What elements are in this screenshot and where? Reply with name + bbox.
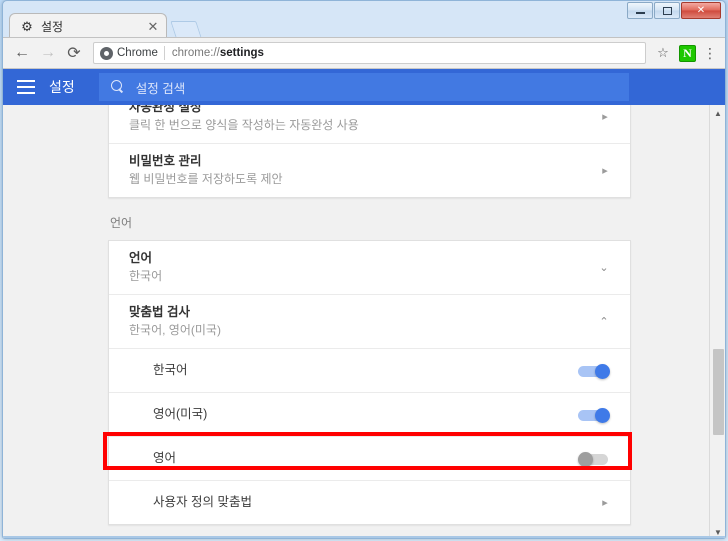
settings-page: 설정 설정 검색 자동완성 설정클릭 한 번으로 양식을 작성하는 자동완성 사…	[3, 69, 725, 538]
toggle-knob	[595, 407, 610, 423]
settings-row[interactable]: 맞춤법 검사 한국어, 영어(미국) ⌃	[109, 294, 630, 348]
settings-row[interactable]: 언어 한국어 ⌄	[109, 241, 630, 294]
row-title: 영어(미국)	[153, 407, 208, 421]
bookmark-star-icon[interactable]: ☆	[652, 45, 674, 61]
row-title: 맞춤법 검사	[129, 305, 190, 319]
forward-button: →	[40, 44, 56, 61]
row-text: 언어한국어	[129, 241, 596, 294]
row-title: 자동완성 설정	[129, 105, 202, 114]
browser-tab-settings[interactable]: ⚙ 설정 ✕	[9, 13, 167, 39]
secure-origin-label: Chrome	[117, 47, 158, 59]
row-title: 영어	[153, 451, 177, 465]
maximize-button[interactable]	[654, 2, 680, 19]
chrome-browser-window: ⚙ 설정 ✕ ✕ ← → ⟳ Chrome chrome://settings …	[2, 0, 726, 539]
toggle-knob	[578, 451, 593, 467]
address-bar[interactable]: Chrome chrome://settings	[93, 42, 646, 64]
row-text: 자동완성 설정클릭 한 번으로 양식을 작성하는 자동완성 사용	[129, 105, 598, 143]
search-icon	[110, 80, 125, 94]
url-scheme: chrome://	[171, 47, 220, 59]
title-bar: ⚙ 설정 ✕ ✕	[3, 1, 725, 39]
row-title: 한국어	[153, 363, 188, 377]
row-text: 영어(미국)	[153, 397, 578, 432]
chevron-right-icon: ▸	[602, 111, 608, 123]
settings-card: 언어 한국어 ⌄ 맞춤법 검사 한국어, 영어(미국) ⌃ 한국어 영어(미국) 영어 사용자 정…	[108, 240, 631, 525]
settings-header-bar: 설정 설정 검색	[3, 69, 725, 105]
minimize-button[interactable]	[627, 2, 653, 19]
toggle-switch[interactable]	[578, 451, 612, 467]
settings-row[interactable]: 영어	[109, 436, 630, 480]
row-text: 영어	[153, 441, 578, 476]
url-text: chrome://settings	[172, 47, 264, 59]
gear-icon: ⚙	[21, 18, 33, 34]
row-title: 언어	[129, 251, 153, 265]
close-button[interactable]: ✕	[681, 2, 721, 19]
naver-extension-icon[interactable]: N	[679, 44, 696, 62]
chevron-up-icon[interactable]: ⌃	[596, 315, 612, 328]
scroll-up-arrow[interactable]: ▲	[710, 105, 725, 121]
row-subtitle: 한국어	[129, 269, 163, 283]
toggle-knob	[595, 363, 610, 379]
reload-button[interactable]: ⟳	[61, 40, 87, 66]
chevron-right-icon: ▸	[602, 497, 608, 509]
row-title: 사용자 정의 맞춤법	[153, 495, 252, 509]
settings-row[interactable]: 비밀번호 관리웹 비밀번호를 저장하도록 제안 ▸	[109, 143, 630, 197]
toggle-switch[interactable]	[578, 363, 612, 379]
tab-title-label: 설정	[41, 20, 64, 34]
row-title: 비밀번호 관리	[129, 154, 202, 168]
settings-scroll-area: 자동완성 설정 클릭 한 번으로 양식을 작성하는 자동완성 사용 ▸ 비밀번호 관리…	[3, 105, 725, 538]
back-button[interactable]: ←	[9, 40, 35, 66]
omnibox-divider	[163, 46, 165, 60]
vertical-scrollbar[interactable]: ▲ ▼	[709, 105, 725, 538]
window-controls: ✕	[627, 2, 721, 19]
chrome-menu-icon[interactable]: ⋮	[701, 46, 719, 60]
close-icon[interactable]: ✕	[146, 20, 160, 34]
settings-row[interactable]: 영어(미국)	[109, 392, 630, 436]
section-label: 언어	[110, 216, 133, 230]
row-text: 맞춤법 검사한국어, 영어(미국)	[129, 295, 596, 348]
row-subtitle: 한국어, 영어(미국)	[129, 323, 221, 337]
browser-toolbar: ← → ⟳ Chrome chrome://settings ☆ N ⋮	[3, 37, 725, 69]
page-title: 설정	[49, 79, 75, 95]
scrollbar-thumb[interactable]	[713, 349, 724, 435]
new-tab-button[interactable]	[170, 21, 202, 38]
row-subtitle: 클릭 한 번으로 양식을 작성하는 자동완성 사용	[129, 118, 359, 132]
search-input[interactable]: 설정 검색	[98, 73, 629, 101]
settings-row[interactable]: 한국어	[109, 348, 630, 392]
search-placeholder-label: 설정 검색	[135, 81, 186, 96]
settings-row[interactable]: 자동완성 설정클릭 한 번으로 양식을 작성하는 자동완성 사용 ▸	[109, 105, 630, 143]
window-bottom-edge	[3, 536, 725, 538]
row-text: 한국어	[153, 353, 578, 388]
row-text: 비밀번호 관리웹 비밀번호를 저장하도록 제안	[129, 144, 598, 197]
settings-row[interactable]: 사용자 정의 맞춤법 ▸	[109, 480, 630, 524]
hamburger-menu-icon[interactable]	[17, 80, 35, 94]
chevron-down-icon[interactable]: ⌄	[596, 261, 612, 274]
settings-content: 자동완성 설정 클릭 한 번으로 양식을 작성하는 자동완성 사용 ▸ 비밀번호 관리…	[108, 105, 631, 538]
settings-card: 자동완성 설정 클릭 한 번으로 양식을 작성하는 자동완성 사용 ▸ 비밀번호 관리…	[108, 105, 631, 198]
row-subtitle: 웹 비밀번호를 저장하도록 제안	[129, 172, 283, 186]
chrome-info-icon	[100, 46, 113, 60]
chevron-right-icon: ▸	[602, 165, 608, 177]
row-text: 사용자 정의 맞춤법	[153, 485, 598, 520]
toggle-switch[interactable]	[578, 407, 612, 423]
url-path: settings	[219, 47, 264, 59]
